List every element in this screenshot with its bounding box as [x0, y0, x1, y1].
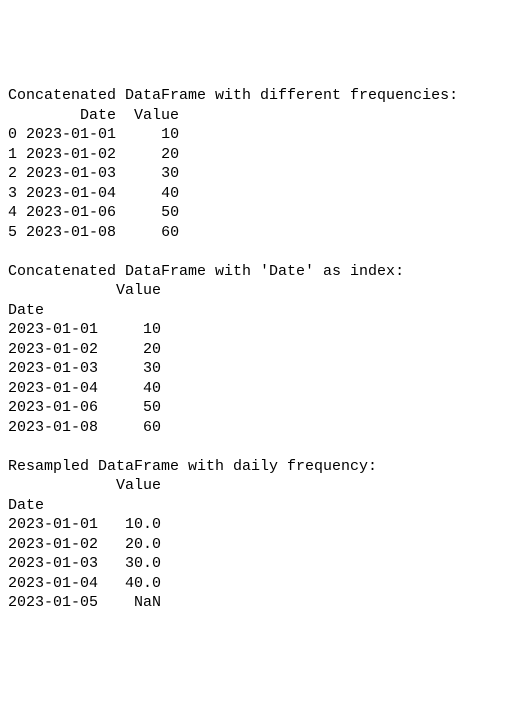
- table-row: 2023-01-04 40: [8, 380, 161, 397]
- table-row: 2023-01-02 20.0: [8, 536, 161, 553]
- table-row: 1 2023-01-02 20: [8, 146, 179, 163]
- table-row: 2023-01-08 60: [8, 419, 161, 436]
- section3-index-label: Date: [8, 497, 44, 514]
- table-row: 2023-01-06 50: [8, 399, 161, 416]
- table-row: 0 2023-01-01 10: [8, 126, 179, 143]
- table-row: 2023-01-03 30: [8, 360, 161, 377]
- section1-header: Date Value: [8, 107, 179, 124]
- table-row: 2 2023-01-03 30: [8, 165, 179, 182]
- section1-title: Concatenated DataFrame with different fr…: [8, 87, 458, 104]
- table-row: 2023-01-01 10: [8, 321, 161, 338]
- table-row: 2023-01-02 20: [8, 341, 161, 358]
- table-row: 4 2023-01-06 50: [8, 204, 179, 221]
- section2-index-label: Date: [8, 302, 44, 319]
- console-output: Concatenated DataFrame with different fr…: [8, 86, 512, 613]
- section2-title: Concatenated DataFrame with 'Date' as in…: [8, 263, 404, 280]
- section3-header: Value: [8, 477, 161, 494]
- table-row: 2023-01-03 30.0: [8, 555, 161, 572]
- table-row: 2023-01-04 40.0: [8, 575, 161, 592]
- table-row: 2023-01-05 NaN: [8, 594, 161, 611]
- section2-header: Value: [8, 282, 161, 299]
- section3-title: Resampled DataFrame with daily frequency…: [8, 458, 377, 475]
- table-row: 2023-01-01 10.0: [8, 516, 161, 533]
- table-row: 3 2023-01-04 40: [8, 185, 179, 202]
- table-row: 5 2023-01-08 60: [8, 224, 179, 241]
